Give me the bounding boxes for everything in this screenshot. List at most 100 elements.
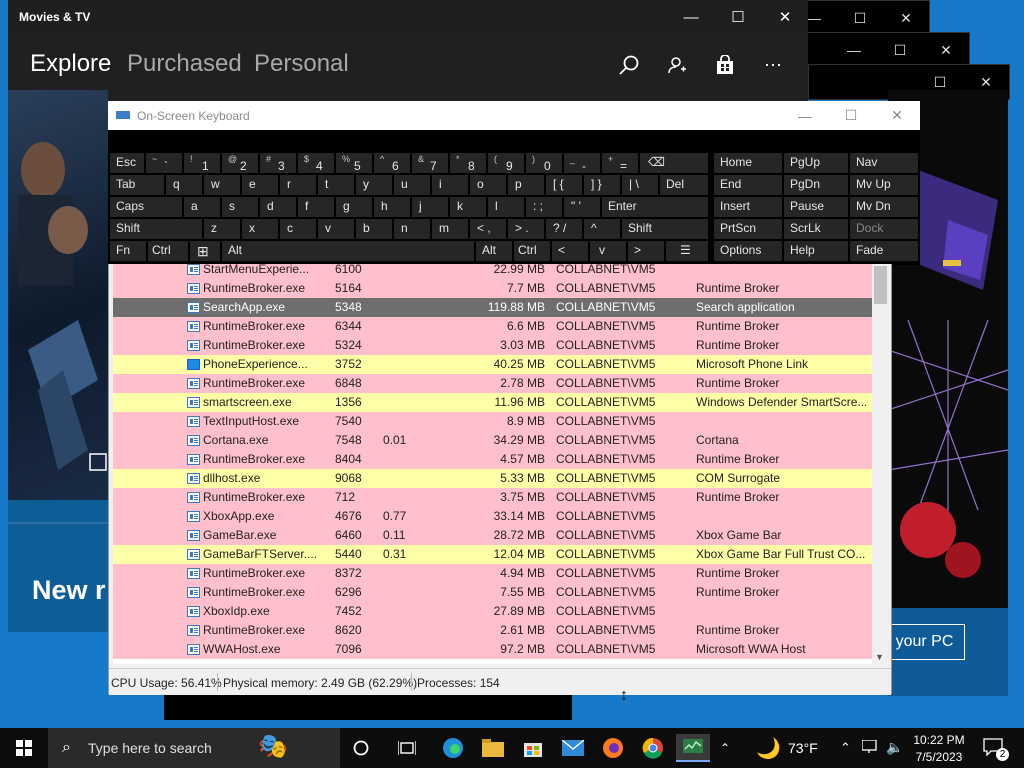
key-3[interactable]: #3 bbox=[260, 153, 296, 173]
key-mv-dn[interactable]: Mv Dn bbox=[850, 197, 918, 217]
key-backslash[interactable]: | \ bbox=[622, 175, 658, 195]
search-icon[interactable] bbox=[614, 50, 644, 80]
process-table[interactable]: StartMenuExperie... 6100 22.99 MB COLLABNET… bbox=[113, 264, 872, 664]
key-slash[interactable]: ? / bbox=[546, 219, 582, 239]
maximize-button[interactable]: ☐ bbox=[715, 0, 761, 34]
weather-moon-icon[interactable]: 🌙 bbox=[756, 736, 781, 761]
key-x[interactable]: x bbox=[242, 219, 278, 239]
minimize-icon[interactable]: — bbox=[831, 33, 877, 67]
volume-muted-icon[interactable]: 🔈 bbox=[886, 739, 903, 756]
key-end[interactable]: End bbox=[714, 175, 782, 195]
on-screen-keyboard[interactable]: On-Screen Keyboard — ☐ ✕ Esc ~ ` ! 1 @2 #3… bbox=[108, 101, 920, 265]
show-hidden-icons[interactable]: ⌃ bbox=[840, 740, 851, 756]
key-f[interactable]: f bbox=[298, 197, 334, 217]
key-6[interactable]: ^ 6 bbox=[374, 153, 410, 173]
mail-icon[interactable] bbox=[558, 734, 588, 762]
key-scrlk[interactable]: ScrLk bbox=[784, 219, 848, 239]
account-icon[interactable] bbox=[662, 50, 692, 80]
key-right-arrow[interactable]: > bbox=[628, 241, 664, 261]
nav-personal[interactable]: Personal bbox=[254, 50, 349, 78]
key-caps[interactable]: Caps bbox=[110, 197, 182, 217]
table-row[interactable]: RuntimeBroker.exe 5324 3.03 MB COLLABNET\VM… bbox=[113, 336, 872, 355]
maximize-button[interactable]: ☐ bbox=[828, 101, 874, 130]
key-up-arrow[interactable]: ^ bbox=[584, 219, 620, 239]
table-row[interactable]: dllhost.exe 9068 5.33 MB COLLABNET\VM5 COM S… bbox=[113, 469, 872, 488]
table-row[interactable]: Cortana.exe 7548 0.01 34.29 MB COLLABNET\VM5… bbox=[113, 431, 872, 450]
minimize-button[interactable]: — bbox=[668, 0, 714, 34]
key-options[interactable]: Options bbox=[714, 241, 782, 261]
firefox-icon[interactable] bbox=[598, 734, 628, 762]
movies-titlebar[interactable]: Movies & TV — ☐ ✕ bbox=[8, 0, 808, 34]
table-row[interactable]: RuntimeBroker.exe 6296 7.55 MB COLLABNET\VM… bbox=[113, 583, 872, 602]
task-view-icon[interactable] bbox=[392, 734, 422, 762]
key-n[interactable]: n bbox=[394, 219, 430, 239]
table-row[interactable]: RuntimeBroker.exe 5164 7.7 MB COLLABNET\VM5… bbox=[113, 279, 872, 298]
table-row[interactable]: SearchApp.exe 5348 119.88 MB COLLABNET\VM5 S… bbox=[113, 298, 872, 317]
table-row[interactable]: RuntimeBroker.exe 8404 4.57 MB COLLABNET\VM… bbox=[113, 450, 872, 469]
key-esc[interactable]: Esc bbox=[110, 153, 144, 173]
taskbar[interactable]: ⌕ Type here to search 🎭 ⌃ 🌙 73°F ⌃ 🔈 10:… bbox=[0, 728, 1024, 768]
key-tab[interactable]: Tab bbox=[110, 175, 164, 195]
clock-time[interactable]: 10:22 PM bbox=[913, 733, 965, 747]
key-menu[interactable]: ☰ bbox=[666, 241, 708, 261]
key-o[interactable]: o bbox=[470, 175, 506, 195]
table-row[interactable]: GameBar.exe 6460 0.11 28.72 MB COLLABNET\VM5… bbox=[113, 526, 872, 545]
key-left-bracket[interactable]: [ { bbox=[546, 175, 582, 195]
key-w[interactable]: w bbox=[204, 175, 240, 195]
table-row[interactable]: StartMenuExperie... 6100 22.99 MB COLLABNET… bbox=[113, 264, 872, 279]
key-period[interactable]: > . bbox=[508, 219, 544, 239]
file-explorer-icon[interactable] bbox=[478, 734, 508, 762]
hero-banner[interactable] bbox=[8, 90, 108, 500]
key-5[interactable]: % 5 bbox=[336, 153, 372, 173]
key-h[interactable]: h bbox=[374, 197, 410, 217]
table-row[interactable]: RuntimeBroker.exe 6848 2.78 MB COLLABNET\VM… bbox=[113, 374, 872, 393]
key-g[interactable]: g bbox=[336, 197, 372, 217]
key-a[interactable]: a bbox=[184, 197, 220, 217]
key-alt-left[interactable]: Alt bbox=[222, 241, 474, 261]
scrollbar-thumb[interactable] bbox=[874, 266, 887, 304]
table-row[interactable]: RuntimeBroker.exe 8372 4.94 MB COLLABNET\VM… bbox=[113, 564, 872, 583]
key-enter[interactable]: Enter bbox=[602, 197, 708, 217]
key-d[interactable]: d bbox=[260, 197, 296, 217]
key-k[interactable]: k bbox=[450, 197, 486, 217]
key-semicolon[interactable]: : ; bbox=[526, 197, 562, 217]
key-insert[interactable]: Insert bbox=[714, 197, 782, 217]
close-button[interactable]: ✕ bbox=[762, 0, 808, 34]
key-home[interactable]: Home bbox=[714, 153, 782, 173]
key-quote[interactable]: " ' bbox=[564, 197, 600, 217]
scroll-down-icon[interactable]: ▼ bbox=[875, 652, 884, 662]
osk-titlebar[interactable]: On-Screen Keyboard — ☐ ✕ bbox=[108, 101, 920, 130]
cta-button[interactable]: your PC bbox=[884, 624, 965, 660]
key-e[interactable]: e bbox=[242, 175, 278, 195]
key-ctrl-left[interactable]: Ctrl bbox=[148, 241, 188, 261]
minimize-button[interactable]: — bbox=[782, 101, 828, 130]
close-icon[interactable]: ✕ bbox=[883, 1, 929, 35]
key-pause[interactable]: Pause bbox=[784, 197, 848, 217]
close-button[interactable]: ✕ bbox=[874, 101, 920, 130]
store-bag-icon[interactable] bbox=[710, 50, 740, 80]
maximize-icon[interactable]: ☐ bbox=[837, 1, 883, 35]
key-prtscn[interactable]: PrtScn bbox=[714, 219, 782, 239]
nav-purchased[interactable]: Purchased bbox=[127, 50, 242, 78]
chevron-icon[interactable]: ⌃ bbox=[710, 734, 740, 762]
key-u[interactable]: u bbox=[394, 175, 430, 195]
weather-temp[interactable]: 73°F bbox=[788, 740, 818, 756]
edge-icon[interactable] bbox=[438, 734, 468, 762]
key-z[interactable]: z bbox=[204, 219, 240, 239]
key-pgup[interactable]: PgUp bbox=[784, 153, 848, 173]
key-4[interactable]: $4 bbox=[298, 153, 334, 173]
key-i[interactable]: i bbox=[432, 175, 468, 195]
key-right-bracket[interactable]: ] } bbox=[584, 175, 620, 195]
nav-explore[interactable]: Explore bbox=[30, 50, 111, 78]
scrollbar[interactable]: ▼ bbox=[872, 264, 889, 664]
key-minus[interactable]: _ - bbox=[564, 153, 600, 173]
network-icon[interactable] bbox=[861, 739, 880, 757]
key-down-arrow[interactable]: v bbox=[590, 241, 626, 261]
key-7[interactable]: & 7 bbox=[412, 153, 448, 173]
search-highlight-icon[interactable]: 🎭 bbox=[258, 732, 288, 761]
more-options-icon[interactable]: ⋯ bbox=[758, 50, 788, 80]
task-manager-icon[interactable] bbox=[676, 734, 710, 762]
taskbar-search[interactable]: ⌕ Type here to search 🎭 bbox=[48, 728, 340, 768]
table-row[interactable]: smartscreen.exe 1356 11.96 MB COLLABNET\VM5… bbox=[113, 393, 872, 412]
key-p[interactable]: p bbox=[508, 175, 544, 195]
